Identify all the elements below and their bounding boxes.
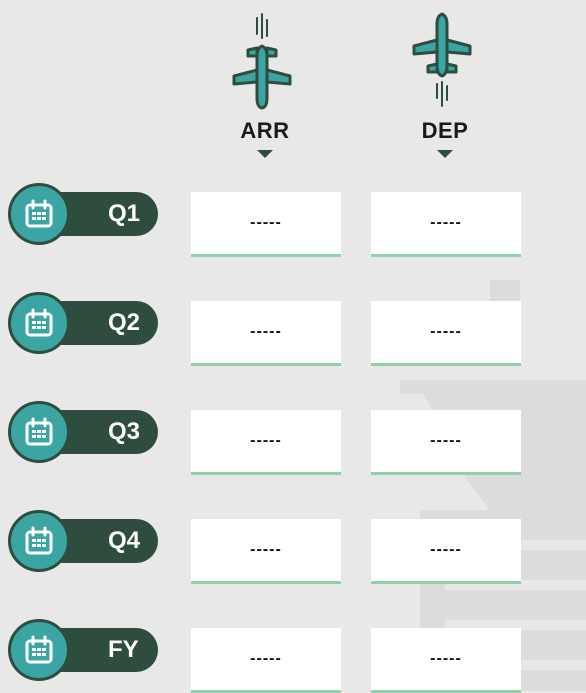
calendar-icon [25, 308, 53, 337]
column-label-dep: DEP [421, 118, 469, 143]
calendar-icon [25, 199, 53, 228]
row-label-fy: FY [108, 636, 139, 663]
dep-value-cell[interactable]: ----- [371, 628, 521, 693]
calendar-icon [25, 417, 53, 446]
calendar-badge [8, 401, 70, 463]
calendar-icon [25, 526, 53, 555]
calendar-badge [8, 619, 70, 681]
plane-departure-icon [412, 12, 472, 107]
row-label-q1: Q1 [108, 200, 141, 227]
plane-arrival-icon [232, 13, 292, 110]
arr-value-cell[interactable]: ----- [191, 519, 341, 584]
row-label-q4: Q4 [108, 527, 141, 554]
sort-caret-icon[interactable] [437, 150, 453, 158]
dep-value-cell[interactable]: ----- [371, 301, 521, 366]
arr-value-cell[interactable]: ----- [191, 628, 341, 693]
dep-value-cell[interactable]: ----- [371, 410, 521, 475]
row-label-q2: Q2 [108, 309, 141, 336]
calendar-icon [25, 635, 53, 664]
dep-value-cell[interactable]: ----- [371, 519, 521, 584]
dep-value-cell[interactable]: ----- [371, 192, 521, 257]
calendar-badge [8, 292, 70, 354]
column-label-arr: ARR [240, 118, 290, 143]
calendar-badge [8, 510, 70, 572]
row-label-q3: Q3 [108, 418, 141, 445]
calendar-badge [8, 183, 70, 245]
arr-value-cell[interactable]: ----- [191, 410, 341, 475]
arr-value-cell[interactable]: ----- [191, 301, 341, 366]
arrivals-header: ARR [205, 12, 325, 158]
sort-caret-icon[interactable] [257, 150, 273, 158]
arr-value-cell[interactable]: ----- [191, 192, 341, 257]
departures-header: DEP [385, 12, 505, 158]
